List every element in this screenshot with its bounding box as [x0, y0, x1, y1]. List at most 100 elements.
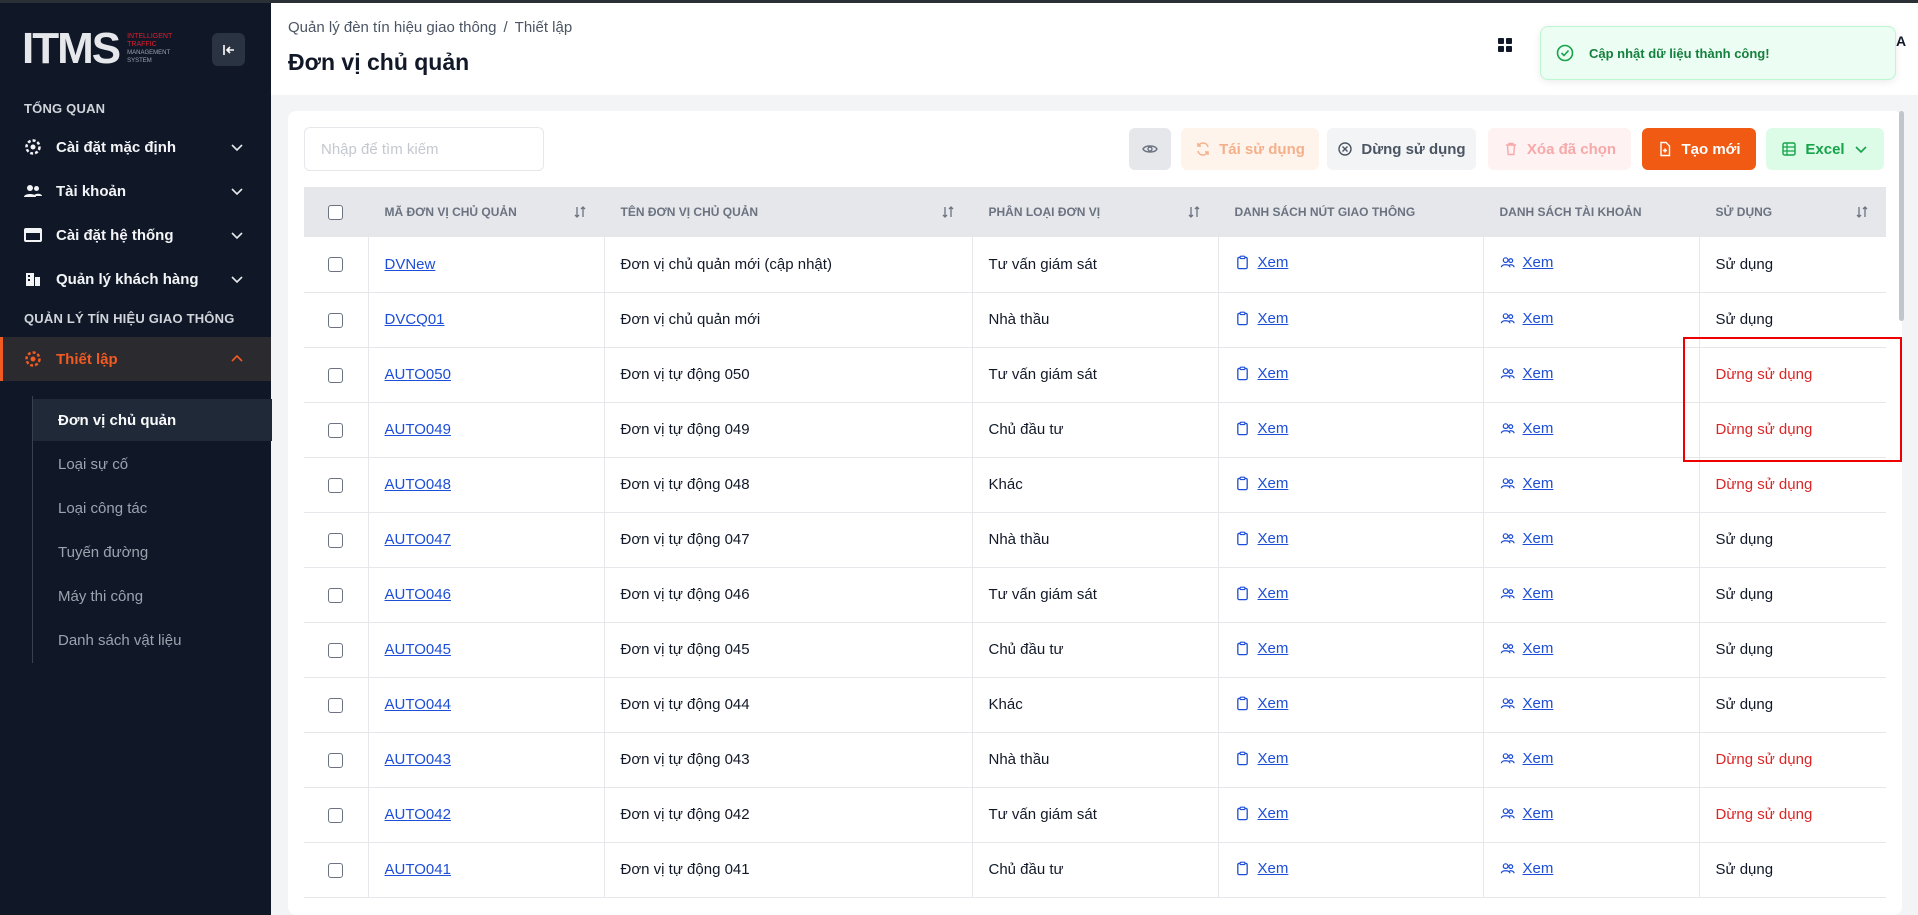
unit-code-link[interactable]: AUTO045 [385, 641, 451, 658]
sidebar-item-label: Quản lý khách hàng [56, 270, 199, 288]
view-intersections-link[interactable]: Xem [1235, 585, 1288, 602]
reuse-button[interactable]: Tái sử dụng [1181, 128, 1319, 170]
users-icon [1500, 587, 1515, 598]
unit-code-link[interactable]: DVCQ01 [385, 311, 445, 328]
select-all-checkbox[interactable] [328, 204, 344, 220]
row-checkbox[interactable] [328, 532, 344, 548]
submenu-item-machines[interactable]: Máy thi công [33, 575, 272, 617]
row-select-cell [304, 237, 369, 293]
toggle-columns-button[interactable] [1129, 128, 1171, 170]
view-intersections-link[interactable]: Xem [1235, 475, 1288, 492]
view-intersections-link[interactable]: Xem [1235, 420, 1288, 437]
submenu-item-owner-unit[interactable]: Đơn vị chủ quản [33, 399, 272, 441]
scrollbar[interactable] [1899, 111, 1904, 321]
view-intersections-link[interactable]: Xem [1235, 750, 1288, 767]
view-accounts-link[interactable]: Xem [1500, 805, 1553, 822]
view-intersections-link[interactable]: Xem [1235, 365, 1288, 382]
chevron-down-icon [231, 276, 243, 284]
row-checkbox[interactable] [328, 862, 344, 878]
logo-mark: ITMS [22, 24, 121, 73]
sort-icon[interactable] [1854, 204, 1870, 220]
content-card: Tái sử dụng Dừng sử dụng Xóa đã chọn Tạo… [288, 111, 1902, 915]
view-intersections-link[interactable]: Xem [1235, 310, 1288, 327]
cell-accounts: Xem [1483, 567, 1700, 623]
view-accounts-link[interactable]: Xem [1500, 530, 1553, 547]
view-accounts-link[interactable]: Xem [1500, 365, 1553, 382]
submenu-item-materials[interactable]: Danh sách vật liệu [33, 619, 272, 661]
view-intersections-link[interactable]: Xem [1235, 254, 1288, 271]
logo[interactable]: ITMS INTELLIGENT TRAFFIC MANAGEMENT SYST… [22, 25, 192, 73]
submenu-item-work-type[interactable]: Loại công tác [33, 487, 272, 529]
stop-using-button[interactable]: Dừng sử dụng [1327, 128, 1476, 170]
row-checkbox[interactable] [328, 367, 344, 383]
row-checkbox[interactable] [328, 257, 344, 273]
col-header-code[interactable]: MÃ ĐƠN VỊ CHỦ QUẢN [368, 187, 605, 237]
submenu-item-routes[interactable]: Tuyến đường [33, 531, 272, 573]
sidebar-item-default-settings[interactable]: Cài đặt mặc định [0, 127, 271, 167]
clipboard-icon [1236, 421, 1248, 435]
row-checkbox[interactable] [328, 477, 344, 493]
table-row: AUTO049 Đơn vị tự động 049 Chủ đầu tư Xem Xe… [304, 402, 1886, 458]
clipboard-icon [1236, 311, 1248, 325]
view-accounts-link[interactable]: Xem [1500, 310, 1553, 327]
cell-name: Đơn vị tự động 044 [604, 677, 973, 733]
view-intersections-link[interactable]: Xem [1235, 640, 1288, 657]
table-row: AUTO043 Đơn vị tự động 043 Nhà thầu Xem Xem D… [304, 732, 1886, 788]
row-checkbox[interactable] [328, 642, 344, 658]
building-icon [24, 270, 42, 288]
row-checkbox[interactable] [328, 697, 344, 713]
apps-grid-icon[interactable] [1496, 36, 1514, 54]
view-intersections-link[interactable]: Xem [1235, 695, 1288, 712]
sort-icon[interactable] [572, 204, 588, 220]
row-checkbox[interactable] [328, 807, 344, 823]
cell-intersections: Xem [1218, 402, 1484, 458]
unit-code-link[interactable]: AUTO042 [385, 806, 451, 823]
sidebar-item-setup[interactable]: Thiết lập [0, 337, 271, 381]
col-header-name[interactable]: TÊN ĐƠN VỊ CHỦ QUẢN [604, 187, 973, 237]
unit-code-link[interactable]: AUTO044 [385, 696, 451, 713]
unit-code-link[interactable]: AUTO046 [385, 586, 451, 603]
view-accounts-link[interactable]: Xem [1500, 254, 1553, 271]
search-input[interactable] [304, 127, 544, 171]
view-accounts-link[interactable]: Xem [1500, 750, 1553, 767]
row-checkbox[interactable] [328, 422, 344, 438]
unit-code-link[interactable]: AUTO050 [385, 366, 451, 383]
cell-accounts: Xem [1483, 347, 1700, 403]
breadcrumb-item[interactable]: Quản lý đèn tín hiệu giao thông [288, 19, 497, 36]
unit-code-link[interactable]: AUTO041 [385, 861, 451, 878]
col-header-status[interactable]: SỬ DỤNG [1699, 187, 1886, 237]
view-accounts-link[interactable]: Xem [1500, 860, 1553, 877]
unit-code-link[interactable]: AUTO043 [385, 751, 451, 768]
col-header-type[interactable]: PHÂN LOẠI ĐƠN VỊ [972, 187, 1219, 237]
refresh-icon [1197, 142, 1209, 156]
view-accounts-link[interactable]: Xem [1500, 640, 1553, 657]
unit-code-link[interactable]: AUTO049 [385, 421, 451, 438]
breadcrumb-item[interactable]: Thiết lập [515, 19, 573, 36]
sidebar-item-accounts[interactable]: Tài khoản [0, 171, 271, 211]
excel-export-button[interactable]: Excel [1766, 128, 1884, 170]
view-intersections-link[interactable]: Xem [1235, 530, 1288, 547]
create-new-button[interactable]: Tạo mới [1642, 128, 1756, 170]
sidebar-item-system-settings[interactable]: Cài đặt hệ thống [0, 215, 271, 255]
view-accounts-link[interactable]: Xem [1500, 420, 1553, 437]
view-intersections-link[interactable]: Xem [1235, 860, 1288, 877]
view-intersections-link[interactable]: Xem [1235, 805, 1288, 822]
table-row: AUTO045 Đơn vị tự động 045 Chủ đầu tư Xem Xe… [304, 622, 1886, 678]
user-initial[interactable]: A [1896, 33, 1906, 49]
row-checkbox[interactable] [328, 752, 344, 768]
row-checkbox[interactable] [328, 312, 344, 328]
view-accounts-link[interactable]: Xem [1500, 475, 1553, 492]
table-row: AUTO047 Đơn vị tự động 047 Nhà thầu Xem Xem S… [304, 512, 1886, 568]
sort-icon[interactable] [940, 204, 956, 220]
view-accounts-link[interactable]: Xem [1500, 585, 1553, 602]
submenu-item-incident-type[interactable]: Loại sự cố [33, 443, 272, 485]
collapse-sidebar-button[interactable] [212, 33, 245, 66]
row-checkbox[interactable] [328, 587, 344, 603]
unit-code-link[interactable]: AUTO047 [385, 531, 451, 548]
sidebar-item-customers[interactable]: Quản lý khách hàng [0, 259, 271, 299]
delete-selected-button[interactable]: Xóa đã chọn [1488, 128, 1631, 170]
unit-code-link[interactable]: AUTO048 [385, 476, 451, 493]
view-accounts-link[interactable]: Xem [1500, 695, 1553, 712]
unit-code-link[interactable]: DVNew [385, 256, 436, 273]
sort-icon[interactable] [1186, 204, 1202, 220]
